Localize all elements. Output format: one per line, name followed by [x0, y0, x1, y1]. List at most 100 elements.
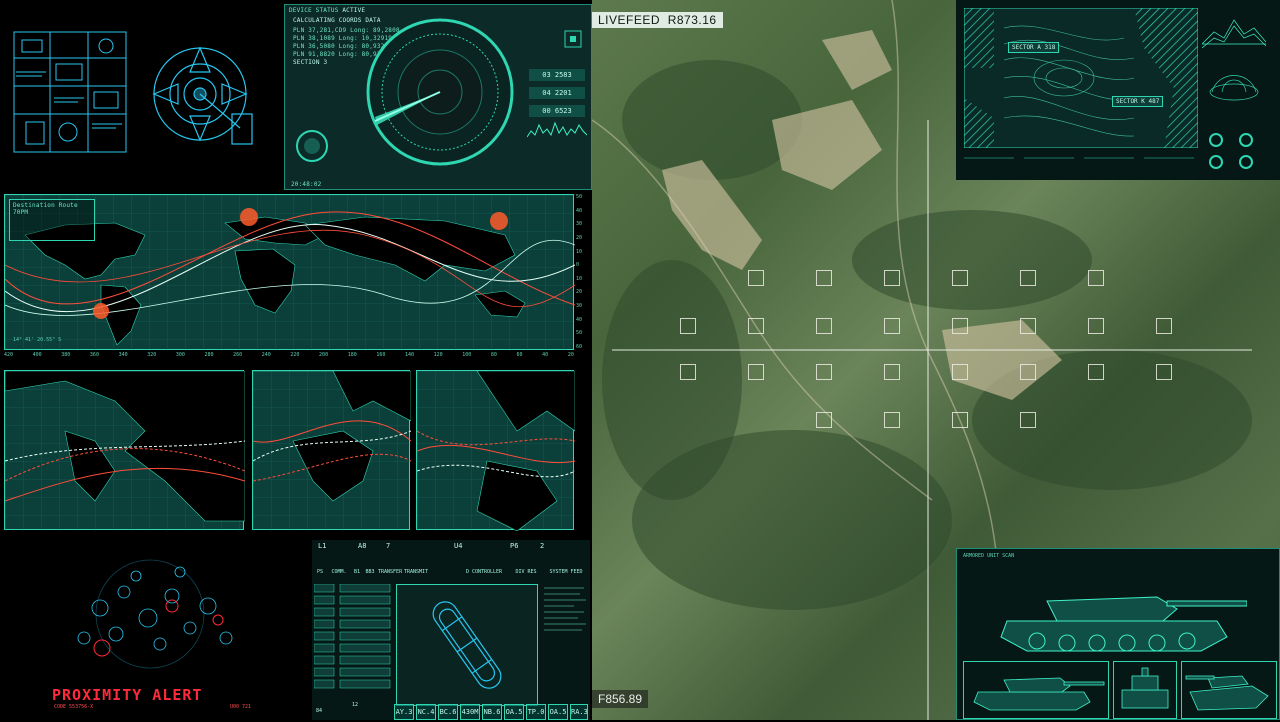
proximity-alert-title: PROXIMITY ALERT: [52, 686, 203, 704]
code-button-tp0[interactable]: TP.0: [526, 704, 546, 720]
code-button-nb6[interactable]: NB.6: [482, 704, 502, 720]
top-code: P6: [510, 542, 519, 550]
target-marker[interactable]: [884, 412, 900, 428]
top-code: L1: [318, 542, 327, 550]
target-marker[interactable]: [1020, 412, 1036, 428]
target-marker[interactable]: [1156, 318, 1172, 334]
world-map-x-axis: 420 400 380 360 340 320 300 280 260 240 …: [4, 352, 574, 362]
tank-view-rear[interactable]: [1113, 661, 1177, 719]
subtab-div-res[interactable]: DIV RES: [514, 568, 538, 576]
sector-a-label[interactable]: SECTOR A 318: [1008, 42, 1060, 53]
target-reticle-icon: [564, 30, 582, 48]
top-code: U4: [454, 542, 463, 550]
tab-bb3[interactable]: BB3: [364, 568, 376, 576]
target-marker[interactable]: [1020, 270, 1036, 286]
radar-footer: 20:48:02: [291, 181, 322, 188]
y-tick: 40: [576, 207, 583, 214]
target-marker[interactable]: [748, 364, 764, 380]
top-code: A8: [358, 542, 367, 550]
regional-map-2: [252, 370, 412, 531]
target-marker[interactable]: [816, 364, 832, 380]
bottom-left-value-1: 84: [316, 708, 323, 714]
tab-ps[interactable]: PS: [314, 568, 326, 576]
device-status-value: ACTIVE: [342, 7, 366, 14]
radar-panel: DEVICE STATUS ACTIVE CALCULATING COORDS …: [284, 4, 592, 190]
target-marker[interactable]: [952, 318, 968, 334]
y-tick: 40: [576, 316, 583, 323]
target-marker[interactable]: [1156, 364, 1172, 380]
x-tick: 380: [61, 352, 71, 358]
y-tick: 50: [576, 194, 583, 200]
x-tick: 20: [567, 352, 574, 358]
x-tick: 200: [319, 352, 329, 358]
target-marker[interactable]: [884, 318, 900, 334]
x-tick: 220: [290, 352, 300, 358]
comm-subtab-bar: D CONTROLLER DIV RES SYSTEM FEED: [442, 568, 588, 578]
comm-tab-bar: PS COMM. B1 BB3 TRANSFER TRANSMIT: [314, 568, 434, 578]
target-marker[interactable]: [816, 412, 832, 428]
x-tick: 160: [376, 352, 386, 358]
target-marker[interactable]: [816, 270, 832, 286]
code-button-nc4[interactable]: NC.4: [416, 704, 436, 720]
subtab-system-feed[interactable]: SYSTEM FEED: [546, 568, 586, 576]
target-marker[interactable]: [680, 318, 696, 334]
topo-map-panel: SECTOR A 318 SECTOR K 487: [956, 0, 1280, 180]
target-marker[interactable]: [680, 364, 696, 380]
top-code: 2: [540, 542, 545, 550]
target-marker[interactable]: [1020, 318, 1036, 334]
code-button-ra3[interactable]: RA.3: [570, 704, 588, 720]
schematic-left-icon: [13, 31, 127, 153]
x-tick: 120: [433, 352, 443, 358]
x-tick: 240: [261, 352, 271, 358]
target-marker[interactable]: [1088, 270, 1104, 286]
waveform-graph: [527, 121, 587, 138]
alert-code: CODE 553756-X: [54, 704, 94, 710]
target-marker[interactable]: [952, 270, 968, 286]
capsule-schematic-box: [396, 584, 538, 706]
target-marker[interactable]: [884, 364, 900, 380]
target-marker[interactable]: [952, 412, 968, 428]
y-tick: 20: [576, 289, 583, 296]
tank-view-front[interactable]: [963, 661, 1109, 719]
target-marker[interactable]: [952, 364, 968, 380]
x-tick: 140: [404, 352, 414, 358]
map-legend-title: Destination Route 70PM: [13, 202, 78, 216]
code-button-ay3[interactable]: AY.3: [394, 704, 414, 720]
code-button-oa5-2[interactable]: OA.5: [548, 704, 568, 720]
regional-map-3: [416, 370, 576, 532]
map-legend-box: Destination Route 70PM: [9, 199, 95, 241]
tab-comm[interactable]: COMM.: [328, 568, 350, 576]
alert-right-code: U00 721: [230, 704, 252, 710]
x-tick: 60: [516, 352, 523, 358]
world-map-y-axis: 50 40 30 20 10 0 10 20 30 40 50 60: [576, 194, 590, 350]
tab-transfer[interactable]: TRANSFER: [378, 568, 402, 576]
code-button-bc6[interactable]: BC.6: [438, 704, 458, 720]
tank-panel-title: ARMORED UNIT SCAN: [963, 553, 1015, 559]
dome-wireframe-icon: [1209, 75, 1259, 101]
livefeed-value: R873.16: [667, 13, 717, 27]
livefeed-badge: LIVEFEED R873.16: [592, 12, 723, 28]
code-button-oa5[interactable]: OA.5: [504, 704, 524, 720]
target-marker[interactable]: [1088, 318, 1104, 334]
section-label: SECTION 3: [293, 59, 328, 66]
target-marker[interactable]: [748, 270, 764, 286]
x-tick: 360: [89, 352, 99, 358]
target-marker[interactable]: [884, 270, 900, 286]
tab-b1[interactable]: B1: [352, 568, 362, 576]
blueprint-caption: [90, 24, 93, 30]
x-tick: 100: [462, 352, 472, 358]
target-marker[interactable]: [1020, 364, 1036, 380]
x-tick: 280: [204, 352, 214, 358]
tab-transmit[interactable]: TRANSMIT: [404, 568, 428, 576]
subtab-controller[interactable]: D CONTROLLER: [462, 568, 506, 576]
sector-k-label[interactable]: SECTOR K 487: [1112, 96, 1164, 107]
code-button-430m[interactable]: 430M: [460, 704, 480, 720]
x-tick: 340: [118, 352, 128, 358]
target-marker[interactable]: [748, 318, 764, 334]
x-tick: 400: [32, 352, 42, 358]
top-code-row: L1 A8 7 U4 P6 2: [314, 542, 588, 554]
topo-contour-map: [964, 8, 1198, 148]
target-marker[interactable]: [816, 318, 832, 334]
target-marker[interactable]: [1088, 364, 1104, 380]
tank-view-angle[interactable]: [1181, 661, 1277, 719]
